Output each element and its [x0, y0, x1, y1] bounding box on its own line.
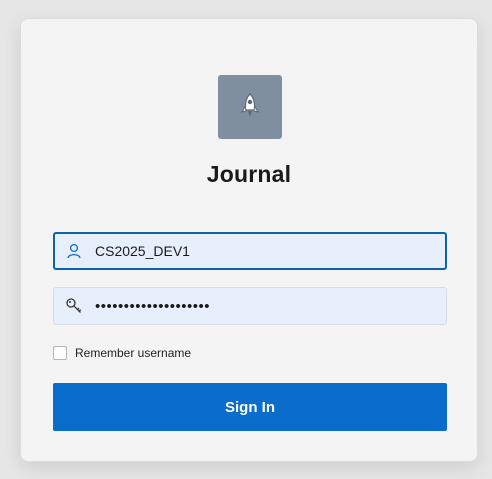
remember-username[interactable]: Remember username: [53, 346, 191, 360]
app-logo: [218, 75, 282, 139]
sign-in-button[interactable]: Sign In: [53, 383, 447, 431]
rocket-icon: [240, 93, 260, 117]
remember-label: Remember username: [75, 346, 192, 360]
user-icon: [65, 242, 83, 260]
login-card: Journal Remember username Sign In: [20, 18, 478, 462]
password-field[interactable]: [53, 287, 447, 325]
remember-checkbox[interactable]: [53, 346, 67, 360]
username-field[interactable]: [53, 232, 447, 270]
app-title: Journal: [206, 161, 292, 187]
password-input[interactable]: [95, 297, 395, 315]
username-input[interactable]: [95, 243, 395, 259]
key-icon: [65, 297, 83, 315]
